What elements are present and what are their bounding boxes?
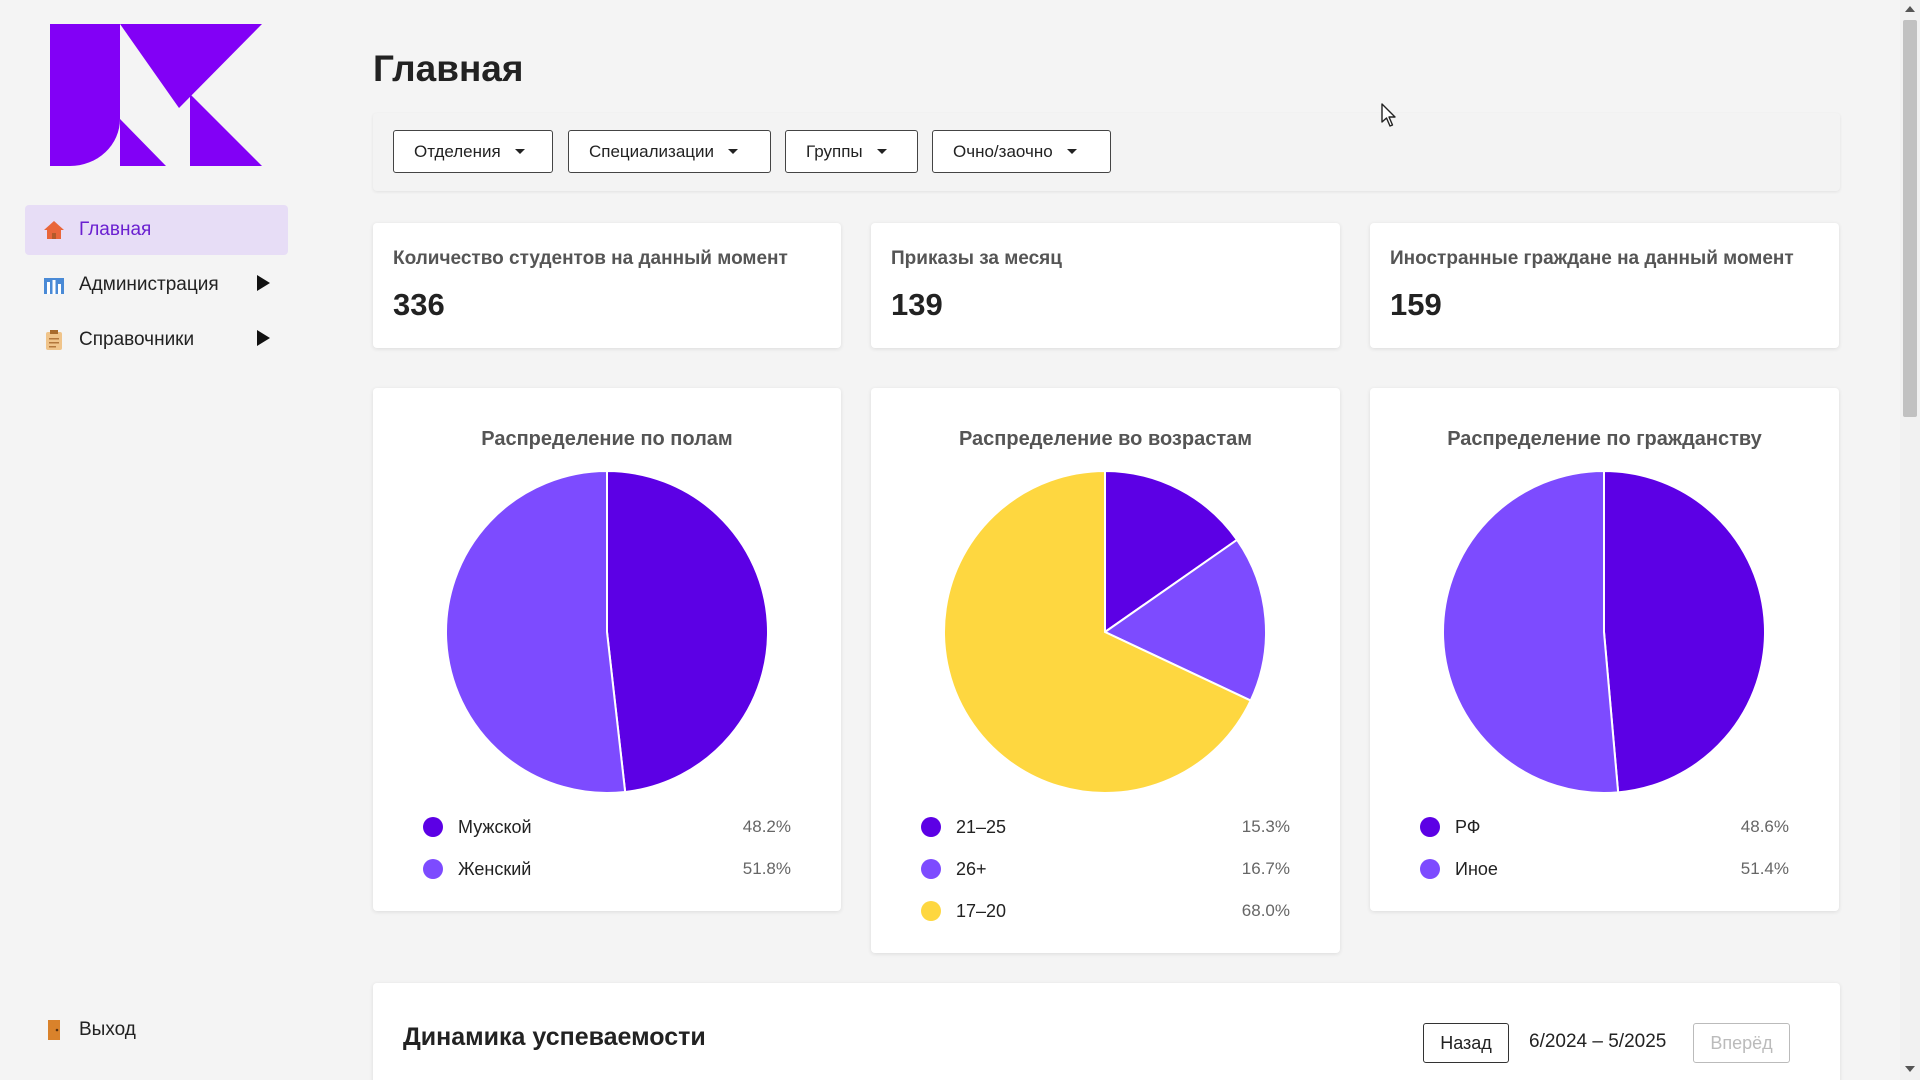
legend-swatch [1420, 859, 1440, 879]
chart-title: Распределение по гражданству [1447, 428, 1762, 450]
legend-label: 17–20 [956, 900, 1007, 921]
legend-value: 51.8% [742, 859, 791, 878]
legend-label: Женский [458, 858, 532, 879]
chart-card-citizenship: Распределение по гражданству РФ 48.6% Ин… [1370, 388, 1839, 911]
home-icon [43, 219, 65, 241]
legend-item: Иное 51.4% [1420, 848, 1789, 890]
period-label: 6/2024 – 5/2025 [1529, 1031, 1667, 1052]
sidebar: Главная Администрация Справочники Выход [0, 0, 330, 1080]
legend-value: 16.7% [1241, 859, 1290, 878]
legend-label: Иное [1455, 858, 1498, 879]
door-icon [43, 1019, 65, 1041]
scroll-thumb[interactable] [1903, 20, 1917, 417]
mouse-cursor-icon [1381, 103, 1396, 127]
expand-arrow-icon[interactable] [257, 275, 270, 291]
pie-chart-gender [445, 469, 769, 794]
filter-label: Группы [806, 141, 863, 161]
chart-card-age: Распределение во возрастам 21–25 15.3% 2… [871, 388, 1340, 953]
page-title: Главная [373, 48, 524, 89]
logo-k[interactable] [50, 24, 262, 166]
expand-arrow-icon[interactable] [257, 330, 270, 346]
filter-groups-dropdown[interactable]: Группы [785, 130, 918, 173]
stat-label: Количество студентов на данный момент [393, 248, 788, 269]
clipboard-icon [43, 329, 65, 351]
pie-slice-2[interactable] [1442, 469, 1620, 794]
stat-card-students: Количество студентов на данный момент 33… [373, 223, 841, 348]
legend-value: 15.3% [1241, 817, 1290, 836]
legend-label: 26+ [956, 858, 987, 879]
legend-swatch [921, 859, 941, 879]
legend-swatch [1420, 817, 1440, 837]
filter-bar: Отделения Специализации Группы Очно/заоч… [373, 113, 1840, 191]
sidebar-nav: Главная Администрация Справочники [25, 205, 288, 370]
chart-card-gender: Распределение по полам Мужской 48.2% Жен… [373, 388, 841, 911]
pie-slice-1[interactable] [606, 469, 769, 794]
caret-down-icon [876, 149, 887, 154]
logout-button[interactable]: Выход [25, 1005, 136, 1055]
sidebar-item-label: Администрация [79, 274, 219, 295]
filter-departments-dropdown[interactable]: Отделения [393, 130, 553, 173]
sidebar-item-references[interactable]: Справочники [25, 315, 288, 365]
legend-item: РФ 48.6% [1420, 806, 1789, 848]
forward-button[interactable]: Вперёд [1693, 1023, 1790, 1063]
stat-value: 159 [1390, 287, 1442, 322]
legend-item: 26+ 16.7% [921, 848, 1290, 890]
filter-label: Специализации [589, 141, 715, 161]
filter-label: Отделения [414, 141, 501, 161]
sidebar-item-home[interactable]: Главная [25, 205, 288, 255]
filter-label: Очно/заочно [953, 141, 1053, 161]
legend-value: 48.6% [1740, 817, 1789, 836]
pie-slice-1[interactable] [1603, 469, 1766, 794]
pie-chart-citizenship [1442, 469, 1766, 794]
legend-swatch [423, 817, 443, 837]
legend-label: 21–25 [956, 816, 1007, 837]
legend-item: 17–20 68.0% [921, 890, 1290, 932]
legend-item: Мужской 48.2% [423, 806, 791, 848]
filter-specializations-dropdown[interactable]: Специализации [568, 130, 771, 173]
performance-card: Динамика успеваемости Назад 6/2024 – 5/2… [373, 983, 1840, 1080]
caret-down-icon [1066, 149, 1077, 154]
stat-value: 336 [393, 287, 445, 322]
chart-title: Распределение во возрастам [958, 428, 1253, 450]
back-button[interactable]: Назад [1423, 1023, 1509, 1063]
pie-slice-2[interactable] [445, 469, 627, 794]
legend-item: 21–25 15.3% [921, 806, 1290, 848]
caret-down-icon [728, 149, 739, 154]
filter-study-form-dropdown[interactable]: Очно/заочно [932, 130, 1111, 173]
stat-card-foreigners: Иностранные граждане на данный момент 15… [1370, 223, 1839, 348]
legend-item: Женский 51.8% [423, 848, 791, 890]
legend-value: 68.0% [1241, 901, 1290, 920]
caret-down-icon [514, 149, 525, 154]
legend-label: РФ [1455, 816, 1481, 837]
legend-swatch [423, 859, 443, 879]
sidebar-item-label: Справочники [79, 329, 195, 350]
scroll-up-icon[interactable] [1905, 6, 1915, 12]
pie-chart-age [943, 469, 1267, 794]
legend-label: Мужской [458, 816, 532, 837]
stat-value: 139 [891, 287, 943, 322]
legend-value: 51.4% [1740, 859, 1789, 878]
stat-label: Приказы за месяц [891, 248, 1062, 269]
legend-value: 48.2% [742, 817, 791, 836]
chart-legend: РФ 48.6% Иное 51.4% [1420, 806, 1789, 890]
administration-icon [43, 274, 65, 296]
sidebar-item-administration[interactable]: Администрация [25, 260, 288, 310]
performance-title: Динамика успеваемости [403, 1023, 706, 1051]
sidebar-item-label: Главная [79, 219, 152, 240]
stat-card-orders: Приказы за месяц 139 [871, 223, 1340, 348]
chart-legend: Мужской 48.2% Женский 51.8% [423, 806, 791, 890]
logout-label: Выход [79, 1019, 136, 1040]
stat-label: Иностранные граждане на данный момент [1390, 248, 1794, 269]
scrollbar[interactable] [1900, 0, 1920, 1080]
chart-title: Распределение по полам [481, 428, 733, 450]
scroll-down-icon[interactable] [1905, 1066, 1915, 1072]
chart-legend: 21–25 15.3% 26+ 16.7% 17–20 68.0% [921, 806, 1290, 932]
legend-swatch [921, 817, 941, 837]
legend-swatch [921, 901, 941, 921]
